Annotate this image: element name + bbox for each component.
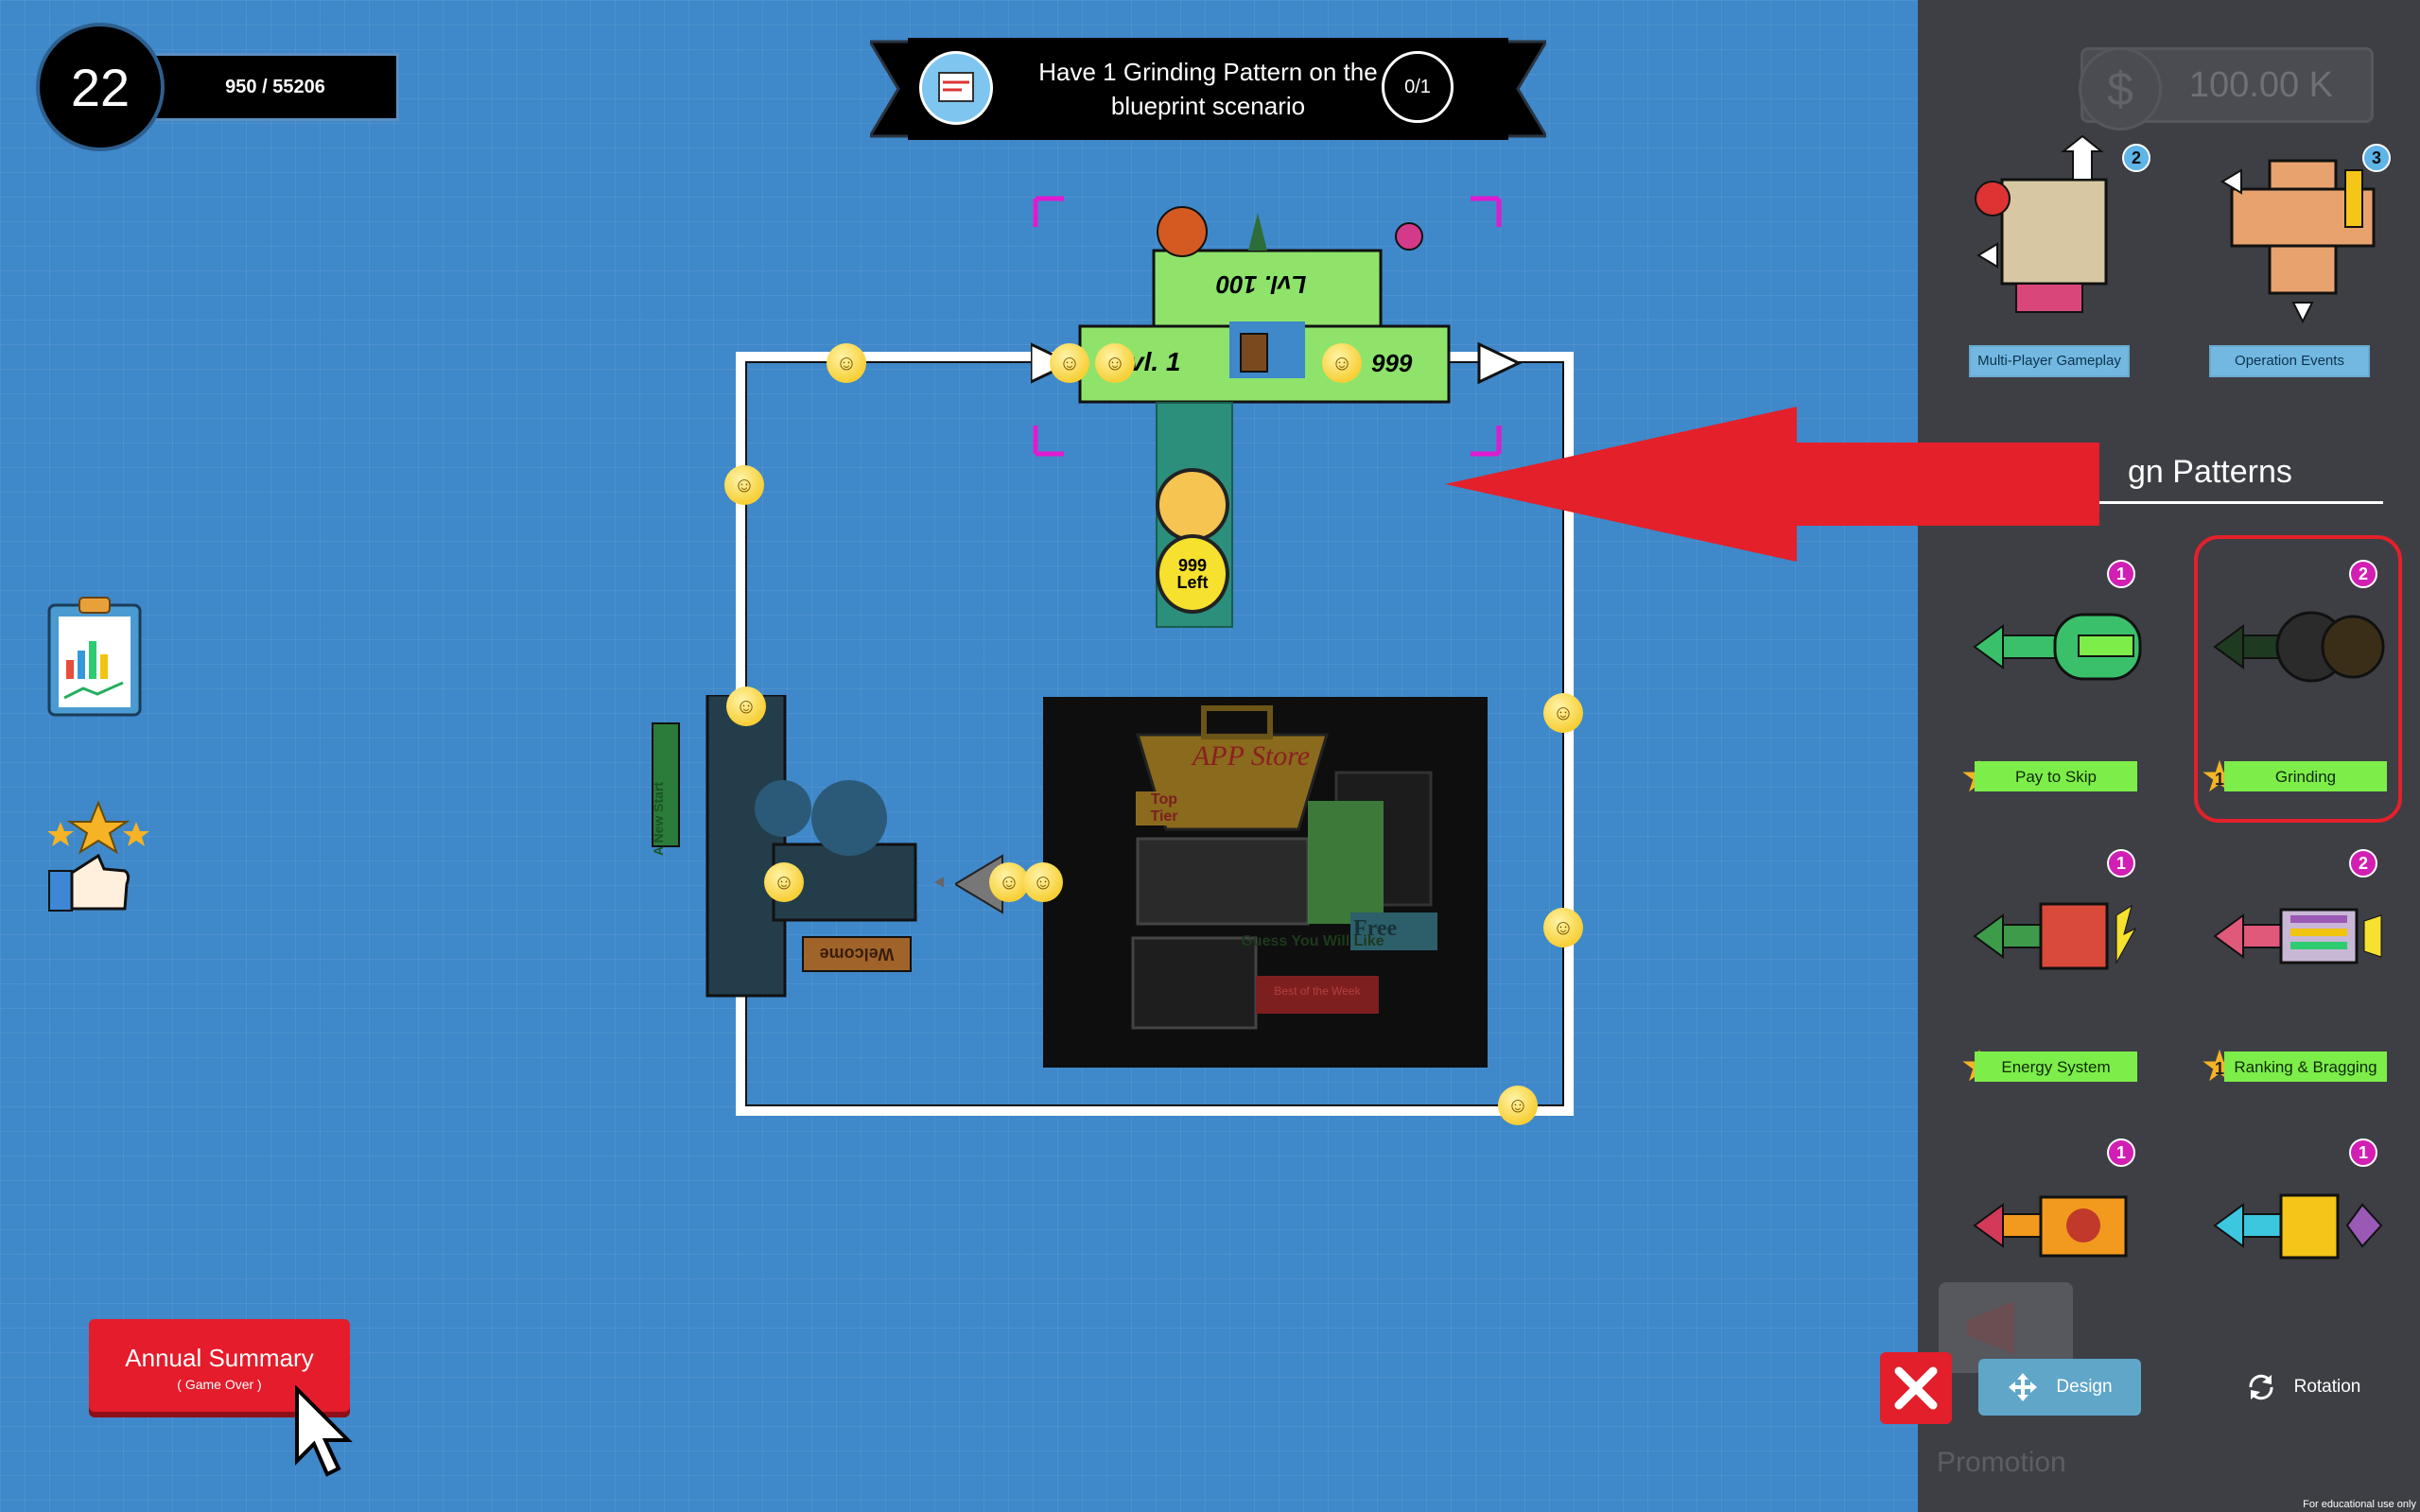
- grinding-building[interactable]: Lvl. 100 vl. 1 999: [1031, 194, 1504, 459]
- pattern-label[interactable]: Energy System: [1975, 1051, 2137, 1082]
- level-badge: 22: [36, 23, 165, 151]
- pattern-pay-to-skip[interactable]: 1: [1965, 560, 2145, 739]
- card-operation-events[interactable]: 3: [2213, 132, 2393, 331]
- store-guess: Guess You Will Like: [1241, 933, 1384, 949]
- player-smiley-icon: ☺: [726, 686, 766, 726]
- design-label: Design: [2056, 1377, 2113, 1397]
- pattern-count-badge: 1: [2107, 560, 2135, 588]
- rating-art: [47, 800, 149, 912]
- pattern-item-5[interactable]: 1: [1965, 1138, 2145, 1280]
- store-tier: Top Tier: [1136, 791, 1193, 826]
- move-arrows-icon: [2009, 1373, 2038, 1401]
- red-pointer-arrow-icon: [1445, 407, 2099, 562]
- pattern-energy-system[interactable]: 1: [1965, 849, 2145, 1029]
- pattern-item-6[interactable]: 1: [2205, 1138, 2385, 1280]
- xp-text: 950 / 55206: [225, 76, 325, 97]
- edu-note: For educational use only: [2303, 1499, 2416, 1510]
- pattern-count-badge: 1: [2107, 849, 2135, 878]
- pattern-label[interactable]: Ranking & Bragging: [2224, 1051, 2387, 1082]
- player-smiley-icon: ☺: [827, 343, 866, 383]
- level-top-label: Lvl. 100: [1216, 270, 1307, 299]
- mouse-cursor-icon: [295, 1385, 353, 1477]
- player-smiley-icon: ☺: [1023, 862, 1063, 902]
- close-button[interactable]: [1880, 1352, 1952, 1424]
- grinding-building-art: [1033, 196, 1502, 457]
- player-smiley-icon: ☺: [1498, 1086, 1538, 1125]
- pattern-ranking[interactable]: 2: [2205, 849, 2385, 1029]
- card-multiplayer[interactable]: 2: [1959, 132, 2150, 322]
- blueprint-icon: [919, 51, 993, 125]
- grinder-wheel-icon: [1156, 468, 1229, 542]
- card-count-badge: 3: [2362, 144, 2391, 172]
- player-smiley-icon: ☺: [1543, 908, 1583, 947]
- rotate-icon: [2249, 1374, 2273, 1400]
- report-clipboard-icon[interactable]: [45, 594, 144, 717]
- welcome-sign: Welcome: [802, 936, 912, 972]
- selected-highlight: [2194, 535, 2402, 823]
- card-multiplayer-label[interactable]: Multi-Player Gameplay: [1969, 345, 2130, 377]
- left-counter: 999 Left: [1156, 534, 1229, 614]
- coin-icon: $: [2079, 47, 2162, 130]
- player-smiley-icon: ☺: [1543, 693, 1583, 733]
- app-store-building[interactable]: APP Store Top Tier Free Guess You Will L…: [1043, 697, 1488, 1068]
- promotion-label[interactable]: Promotion: [1937, 1447, 2066, 1479]
- rating-thumbs-up-icon[interactable]: [45, 799, 151, 917]
- store-best: Best of the Week: [1274, 984, 1361, 998]
- money-value: 100.00 K: [2188, 64, 2333, 105]
- level-left-label: vl. 1: [1129, 347, 1181, 376]
- rotation-label: Rotation: [2293, 1377, 2361, 1397]
- store-title: APP Store: [1192, 740, 1311, 772]
- quest-progress: 0/1: [1382, 51, 1454, 123]
- level-right-label: 999: [1371, 349, 1413, 377]
- section-title: gn Patterns: [2128, 454, 2292, 490]
- close-icon: [1894, 1366, 1938, 1410]
- multiplayer-art: [1975, 134, 2108, 313]
- rotation-button[interactable]: Rotation: [2213, 1359, 2393, 1416]
- quest-text: Have 1 Grinding Pattern on the blueprint…: [1038, 58, 1378, 120]
- new-start-sign: A New Start: [651, 781, 666, 856]
- annual-summary-label: Annual Summary: [125, 1344, 314, 1372]
- pattern-count-badge: 1: [2349, 1138, 2377, 1167]
- card-count-badge: 2: [2122, 144, 2150, 172]
- pattern-label[interactable]: Pay to Skip: [1975, 761, 2137, 791]
- quest-banner: Have 1 Grinding Pattern on the blueprint…: [870, 38, 1546, 140]
- player-smiley-icon: ☺: [1095, 343, 1135, 383]
- player-smiley-icon: ☺: [724, 465, 764, 505]
- design-button[interactable]: Design: [1978, 1359, 2141, 1416]
- clipboard-art: [47, 597, 142, 717]
- player-smiley-icon: ☺: [764, 862, 804, 902]
- player-smiley-icon: ☺: [1322, 343, 1362, 383]
- xp-bar: 950 / 55206: [151, 53, 399, 121]
- pattern-count-badge: 1: [2107, 1138, 2135, 1167]
- card-operation-events-label[interactable]: Operation Events: [2209, 345, 2370, 377]
- level-number: 22: [70, 57, 131, 117]
- player-smiley-icon: ☺: [1050, 343, 1089, 383]
- pattern-count-badge: 2: [2349, 849, 2377, 878]
